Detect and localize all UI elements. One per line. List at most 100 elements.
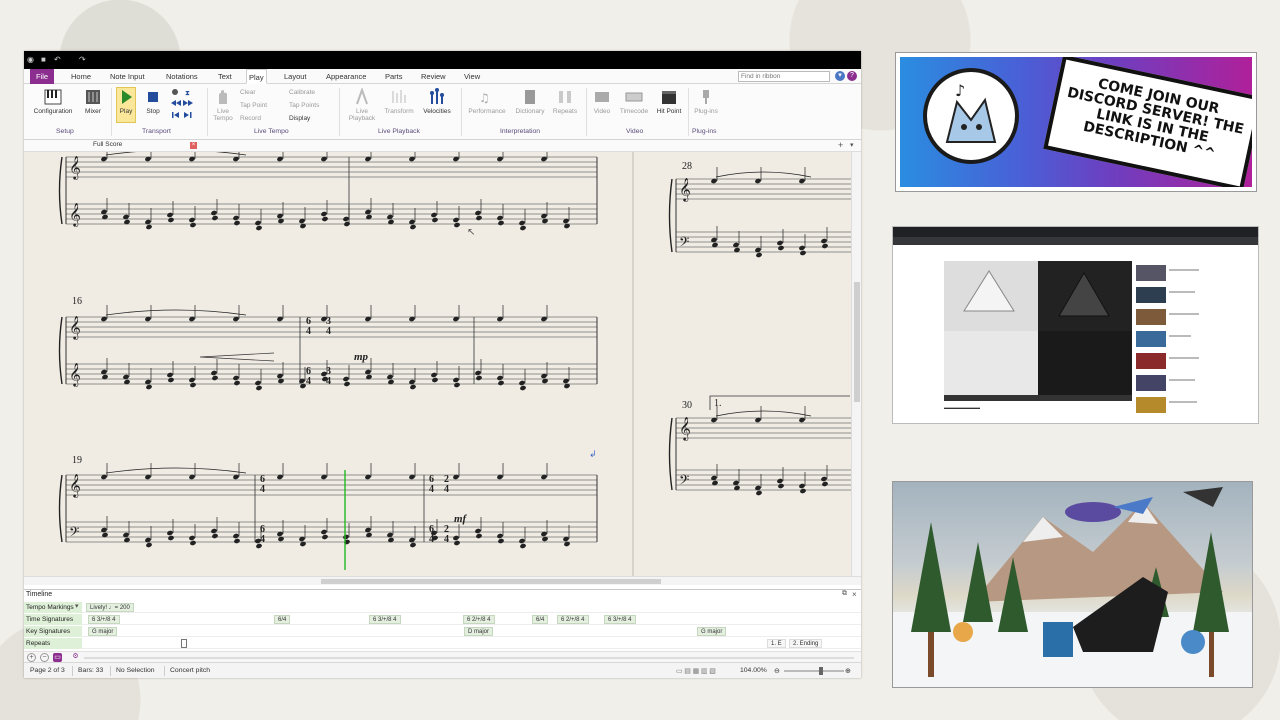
undo-icon[interactable]: ↶: [54, 55, 63, 64]
help-icon[interactable]: ?: [847, 71, 857, 81]
fit-icon[interactable]: ▭: [53, 653, 62, 662]
horizontal-scroll-thumb[interactable]: [321, 579, 661, 584]
stop-button[interactable]: Stop: [143, 88, 163, 115]
timeline-cursor[interactable]: [181, 639, 187, 648]
note-head: [344, 221, 350, 227]
note-head: [168, 535, 174, 541]
tab-note-input[interactable]: Note Input: [108, 69, 147, 84]
settings-gear-icon[interactable]: ⚙: [71, 653, 80, 662]
horizontal-scrollbar[interactable]: [24, 576, 861, 585]
full-score-tab[interactable]: Full Score: [93, 141, 122, 148]
timeline-chip[interactable]: 6 3/+/8 4: [88, 615, 120, 624]
zoom-in-button[interactable]: ⊕: [845, 667, 851, 675]
hairpin: [199, 352, 275, 362]
timeline-close-icon[interactable]: ×: [852, 590, 857, 599]
search-icon[interactable]: ▾: [835, 71, 845, 81]
timecode-button[interactable]: Timecode: [616, 88, 652, 115]
time-signature-digit: 4: [306, 376, 311, 387]
save-icon[interactable]: ■: [41, 55, 50, 64]
find-in-ribbon-input[interactable]: Find in ribbon: [738, 71, 830, 82]
tap-point-button[interactable]: Tap Point: [240, 102, 267, 109]
timeline-row-label: Key Signatures: [24, 626, 82, 637]
filter-icon[interactable]: ▾: [75, 602, 79, 610]
video-button[interactable]: Video: [590, 88, 614, 115]
note-head: [431, 212, 437, 218]
zoom-in-icon[interactable]: +: [27, 653, 36, 662]
timeline-chip[interactable]: 6 3/+/8 4: [369, 615, 401, 624]
timeline-float-icon[interactable]: ⧉: [842, 590, 847, 598]
dictionary-button[interactable]: Dictionary: [512, 88, 548, 115]
tab-menu-icon[interactable]: ▾: [850, 141, 854, 149]
recommended-thumb: [1136, 309, 1166, 325]
mixer-button[interactable]: Mixer: [80, 88, 106, 115]
clef-icon: 𝄞: [69, 362, 81, 387]
timeline-chip[interactable]: Lively! ♩= 200: [86, 603, 134, 612]
ribbon-tabs: File Home Note Input Notations Text Play…: [24, 69, 861, 84]
timeline-chip[interactable]: 2. Ending: [789, 639, 823, 648]
slur: [105, 467, 247, 474]
embedded-video: [944, 261, 1132, 401]
configuration-button[interactable]: Configuration: [29, 88, 77, 115]
hit-point-button[interactable]: Hit Point: [654, 88, 684, 115]
timeline-chip[interactable]: 6/4: [532, 615, 549, 624]
timeline-chip[interactable]: 6 3/+/8 4: [604, 615, 636, 624]
tab-parts[interactable]: Parts: [383, 69, 405, 84]
timeline-chip[interactable]: 1. E: [767, 639, 786, 648]
play-button[interactable]: Play: [116, 88, 136, 115]
clef-icon: 𝄞: [69, 202, 81, 227]
add-tab-icon[interactable]: +: [838, 140, 843, 150]
zoom-slider[interactable]: [784, 670, 844, 672]
tab-home[interactable]: Home: [69, 69, 93, 84]
group-separator: [111, 88, 112, 136]
note-head: [454, 540, 460, 546]
tab-file[interactable]: File: [30, 69, 55, 84]
vertical-scrollbar[interactable]: [851, 152, 861, 576]
zoom-slider-handle[interactable]: [819, 667, 823, 675]
concert-pitch-toggle[interactable]: Concert pitch: [170, 667, 210, 674]
note-head: [233, 215, 239, 221]
discord-banner-inner: ♪ COME JOIN OUR DISCORD SERVER! THE LINK…: [900, 57, 1252, 187]
calibrate-button[interactable]: Calibrate: [289, 89, 315, 96]
clear-button[interactable]: Clear: [240, 89, 256, 96]
tab-appearance[interactable]: Appearance: [324, 69, 368, 84]
tab-text[interactable]: Text: [216, 69, 234, 84]
velocities-button[interactable]: Velocities: [418, 88, 456, 115]
clef-icon: 𝄢: [679, 234, 689, 253]
note-head: [233, 375, 239, 381]
tab-layout[interactable]: Layout: [282, 69, 309, 84]
zoom-out-icon[interactable]: −: [40, 653, 49, 662]
timeline-chip[interactable]: 6 2/+/8 4: [557, 615, 589, 624]
tab-notations[interactable]: Notations: [164, 69, 200, 84]
score-canvas[interactable]: 𝄞 𝄞 𝄞 𝄞 𝄞 𝄢 𝄞 𝄢 𝄞 𝄢 6 4 6 4 3 4 3 4 6 4 6 4 6 4 6 4 2 4 2 4 16 19 28 …: [24, 152, 851, 576]
zoom-out-button[interactable]: ⊖: [774, 667, 780, 675]
plugins-button[interactable]: Plug-ins: [691, 88, 721, 115]
timeline-chip[interactable]: D major: [464, 627, 494, 636]
transform-button[interactable]: Transform: [381, 88, 417, 115]
repeats-button[interactable]: Repeats: [550, 88, 580, 115]
timeline-chip[interactable]: G major: [697, 627, 727, 636]
ending-label: 1.: [714, 398, 722, 409]
close-tab-icon[interactable]: ×: [190, 142, 197, 149]
timeline-chip[interactable]: 6 2/+/8 4: [463, 615, 495, 624]
display-button[interactable]: Display: [289, 115, 310, 122]
status-separator: [72, 666, 73, 676]
timeline-chip[interactable]: 6/4: [274, 615, 291, 624]
live-playback-button[interactable]: Live Playback: [344, 88, 380, 122]
timeline-chip[interactable]: G major: [88, 627, 118, 636]
timeline-scrollbar[interactable]: [84, 657, 854, 659]
live-tempo-button[interactable]: Live Tempo: [210, 88, 236, 122]
performance-button[interactable]: ♫ Performance: [465, 88, 509, 115]
tab-view[interactable]: View: [462, 69, 482, 84]
vertical-scroll-thumb[interactable]: [854, 282, 860, 402]
dynamic-mp: mp: [354, 351, 369, 363]
record-button[interactable]: Record: [240, 115, 261, 122]
note-head: [190, 382, 196, 388]
redo-icon[interactable]: ↷: [79, 55, 88, 64]
discord-banner: ♪ COME JOIN OUR DISCORD SERVER! THE LINK…: [895, 52, 1257, 192]
view-mode-icons[interactable]: ▭ ▤ ▦ ▥ ▧: [676, 667, 716, 675]
tab-play[interactable]: Play: [246, 69, 267, 84]
transport-controls-icon[interactable]: ⧗: [169, 88, 195, 122]
clef-icon: 𝄞: [69, 473, 81, 498]
tap-points-button[interactable]: Tap Points: [289, 102, 319, 109]
tab-review[interactable]: Review: [419, 69, 448, 84]
